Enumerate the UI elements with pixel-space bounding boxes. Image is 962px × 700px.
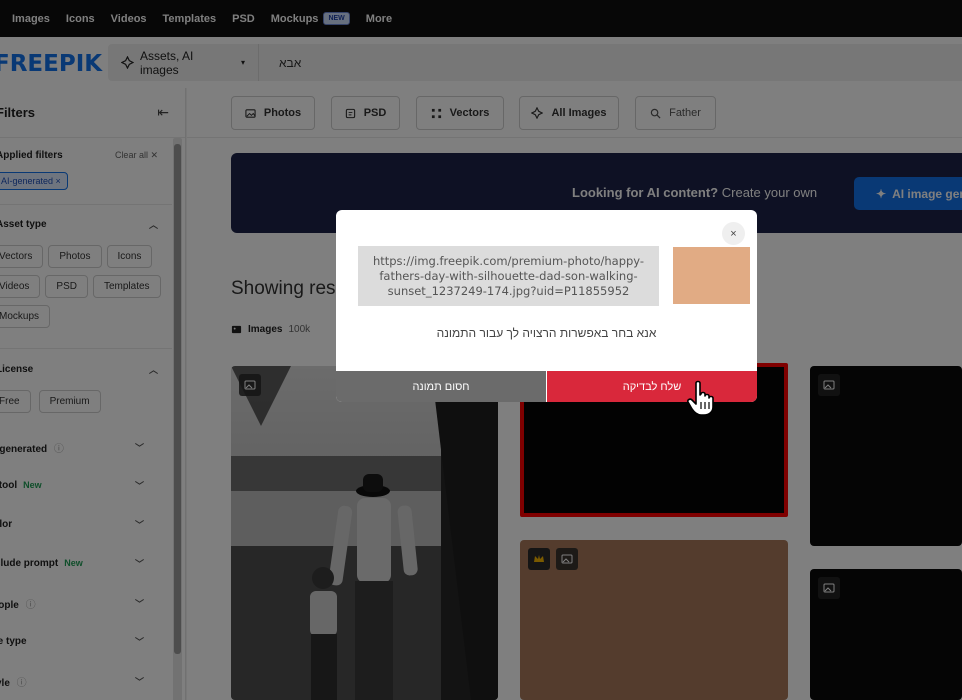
hand-cursor-icon: [687, 380, 714, 416]
block-image-button[interactable]: חסום תמונה: [336, 371, 546, 402]
dialog-message: אנא בחר באפשרות הרצויה לך עבור התמונה: [436, 326, 657, 340]
image-url: https://img.freepik.com/premium-photo/ha…: [358, 246, 659, 306]
send-for-review-button[interactable]: שלח לבדיקה: [547, 371, 757, 402]
block-label: חסום תמונה: [412, 380, 470, 393]
close-icon: ×: [730, 227, 737, 240]
send-label: שלח לבדיקה: [622, 380, 682, 393]
image-preview: [673, 247, 750, 304]
close-button[interactable]: ×: [722, 222, 745, 245]
image-review-dialog: × https://img.freepik.com/premium-photo/…: [336, 210, 757, 402]
